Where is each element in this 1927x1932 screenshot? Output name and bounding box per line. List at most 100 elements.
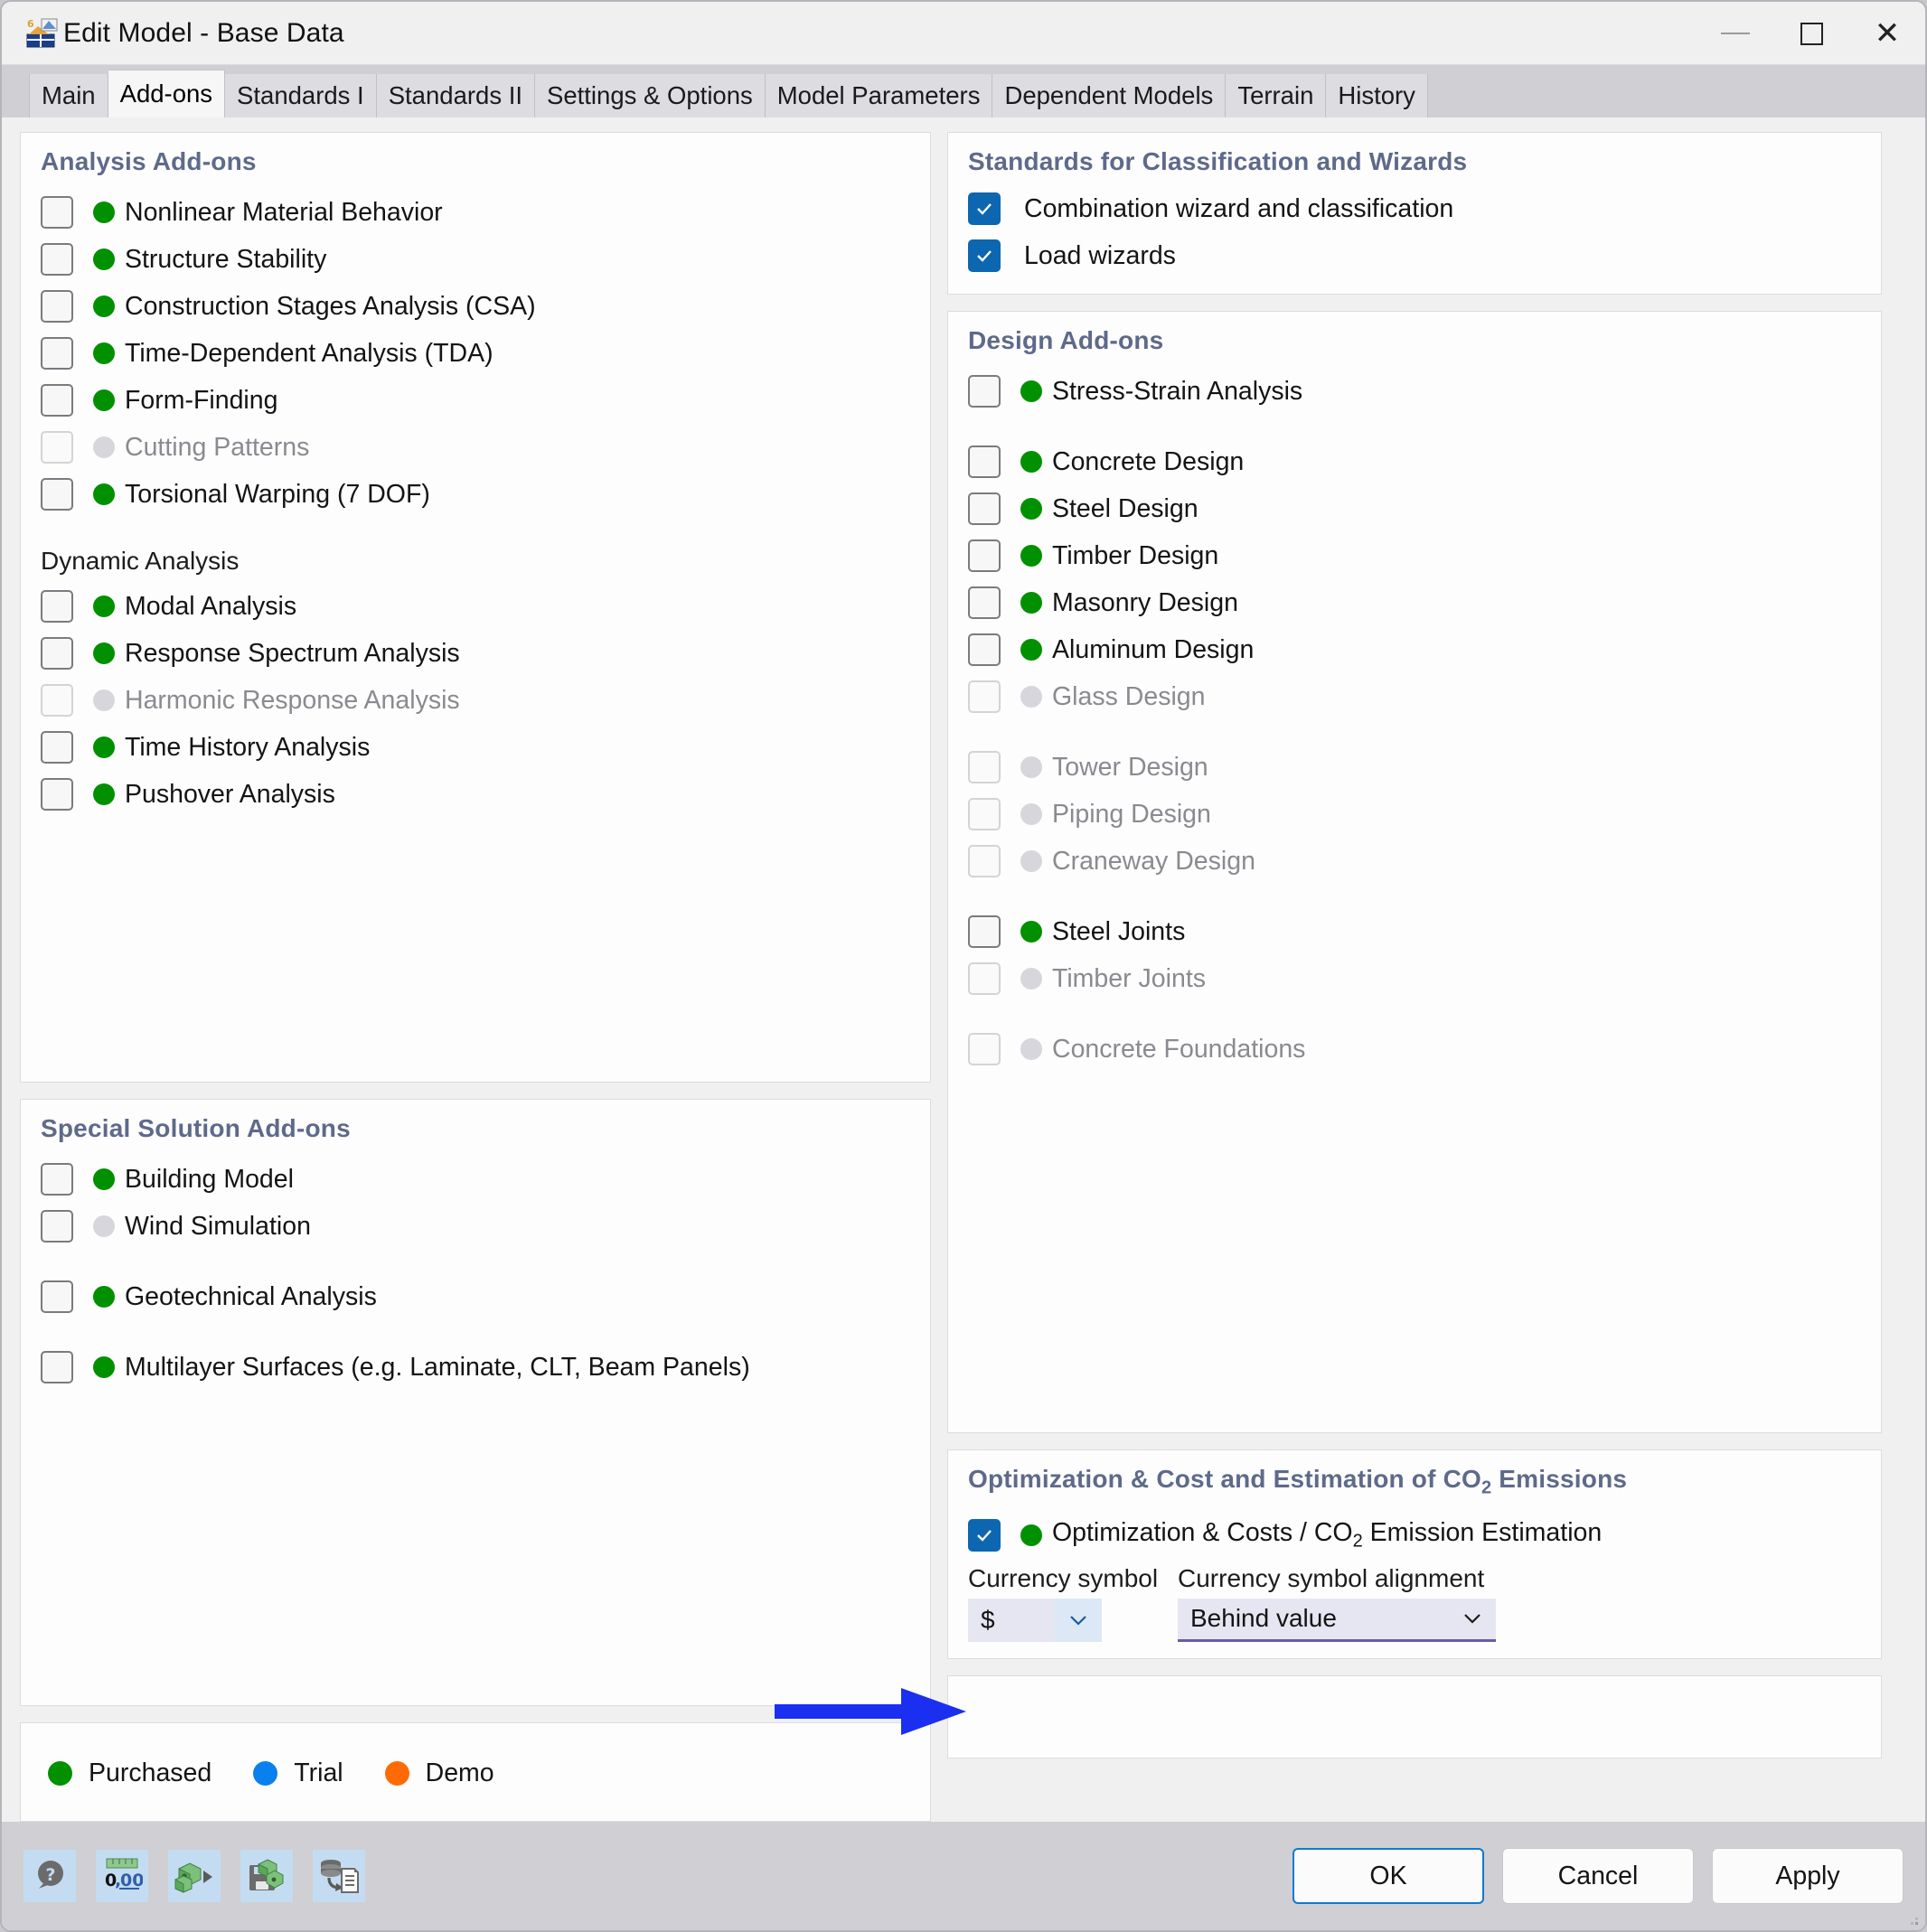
addon-label: Time History Analysis: [125, 732, 371, 762]
design-row-craneway-design[interactable]: Craneway Design: [948, 838, 1881, 885]
svg-text:?: ?: [45, 1865, 55, 1885]
tab-settings-options[interactable]: Settings & Options: [535, 74, 766, 117]
design-row-concrete-design[interactable]: Concrete Design: [948, 438, 1881, 485]
checkbox-masonry-design[interactable]: [968, 586, 1001, 619]
design-row-steel-design[interactable]: Steel Design: [948, 485, 1881, 532]
database-report-icon[interactable]: [313, 1850, 365, 1902]
addon-label: Cutting Patterns: [125, 432, 310, 462]
checkbox-steel-design[interactable]: [968, 492, 1001, 525]
analysis-row-cutting-patterns[interactable]: Cutting Patterns: [21, 424, 930, 471]
svg-text:6: 6: [27, 18, 34, 30]
special-row-geotechnical-analysis[interactable]: Geotechnical Analysis: [21, 1273, 930, 1320]
analysis-row-structure-stability[interactable]: Structure Stability: [21, 236, 930, 283]
checkbox-geotechnical-analysis[interactable]: [41, 1280, 73, 1313]
analysis-row-torsional-warping-7-dof[interactable]: Torsional Warping (7 DOF): [21, 471, 930, 518]
optimization-checkbox-row[interactable]: Optimization & Costs / CO2 Emission Esti…: [948, 1512, 1881, 1559]
ok-button[interactable]: OK: [1292, 1848, 1484, 1904]
maximize-button[interactable]: [1773, 2, 1849, 65]
checkbox-stress-strain-analysis[interactable]: [968, 375, 1001, 408]
decimal-places-icon[interactable]: 0 , 00: [96, 1850, 148, 1902]
special-row-wind-simulation[interactable]: Wind Simulation: [21, 1203, 930, 1250]
checkbox-torsional-warping-7-dof[interactable]: [41, 478, 73, 511]
design-row-masonry-design[interactable]: Masonry Design: [948, 579, 1881, 626]
license-dot-purchased: [93, 295, 115, 317]
wizard-row-load-wizards[interactable]: Load wizards: [948, 232, 1881, 279]
checkbox-concrete-design[interactable]: [968, 445, 1001, 478]
dynamic-row-pushover-analysis[interactable]: Pushover Analysis: [21, 771, 930, 818]
tab-standards-ii[interactable]: Standards II: [376, 74, 535, 117]
window-controls: ✕: [1697, 2, 1925, 65]
checkbox-response-spectrum-analysis[interactable]: [41, 637, 73, 670]
optimization-title-text: Optimization & Cost and Estimation of CO: [968, 1465, 1481, 1493]
special-row-multilayer-surfaces-e-g-laminate-clt-beam-pa[interactable]: Multilayer Surfaces (e.g. Laminate, CLT,…: [21, 1344, 930, 1391]
checkbox-concrete-foundations: [968, 1033, 1001, 1065]
dynamic-row-modal-analysis[interactable]: Modal Analysis: [21, 583, 930, 630]
checkbox-steel-joints[interactable]: [968, 915, 1001, 948]
special-addons-card: Special Solution Add-ons Building Model W…: [20, 1099, 931, 1706]
design-row-piping-design[interactable]: Piping Design: [948, 791, 1881, 838]
currency-symbol-select[interactable]: $: [968, 1598, 1102, 1642]
minimize-button[interactable]: [1697, 2, 1773, 65]
wizard-row-combination-wizard-and-classification[interactable]: Combination wizard and classification: [948, 185, 1881, 232]
dynamic-row-response-spectrum-analysis[interactable]: Response Spectrum Analysis: [21, 630, 930, 677]
checkbox-load-wizards[interactable]: [968, 239, 1001, 272]
cancel-button[interactable]: Cancel: [1502, 1848, 1694, 1904]
tab-standards-i[interactable]: Standards I: [225, 74, 377, 117]
design-row-timber-design[interactable]: Timber Design: [948, 532, 1881, 579]
checkbox-combination-wizard-and-classification[interactable]: [968, 192, 1001, 225]
analysis-addons-title: Analysis Add-ons: [41, 147, 257, 175]
tab-dependent-models[interactable]: Dependent Models: [992, 74, 1227, 117]
model-base-data-icon: 6: [25, 16, 60, 51]
edit-model-dialog: 6 Edit Model - Base Data ✕ Main Add-ons St…: [0, 0, 1927, 1932]
checkbox-structure-stability[interactable]: [41, 243, 73, 276]
design-row-concrete-foundations[interactable]: Concrete Foundations: [948, 1026, 1881, 1073]
tab-main[interactable]: Main: [29, 74, 108, 117]
resize-grip-icon[interactable]: [1905, 1912, 1920, 1927]
design-row-steel-joints[interactable]: Steel Joints: [948, 908, 1881, 955]
design-row-timber-joints[interactable]: Timber Joints: [948, 955, 1881, 1002]
special-row-building-model[interactable]: Building Model: [21, 1156, 930, 1203]
left-column: Analysis Add-ons Nonlinear Material Beha…: [20, 132, 931, 1822]
dialog-footer: ? 0 , 00 OK Cancel Apply: [2, 1822, 1925, 1930]
tab-history[interactable]: History: [1326, 74, 1428, 117]
close-button[interactable]: ✕: [1849, 2, 1925, 65]
license-dot-purchased: [1020, 639, 1042, 661]
design-row-aluminum-design[interactable]: Aluminum Design: [948, 626, 1881, 673]
analysis-row-construction-stages-analysis-csa[interactable]: Construction Stages Analysis (CSA): [21, 283, 930, 330]
checkbox-aluminum-design[interactable]: [968, 633, 1001, 666]
checkbox-time-history-analysis[interactable]: [41, 731, 73, 764]
checkbox-timber-design[interactable]: [968, 539, 1001, 572]
help-icon[interactable]: ?: [24, 1850, 76, 1902]
checkbox-modal-analysis[interactable]: [41, 590, 73, 623]
apply-button[interactable]: Apply: [1712, 1848, 1904, 1904]
tab-model-parameters[interactable]: Model Parameters: [765, 74, 993, 117]
analysis-row-form-finding[interactable]: Form-Finding: [21, 377, 930, 424]
dynamic-row-harmonic-response-analysis[interactable]: Harmonic Response Analysis: [21, 677, 930, 724]
chevron-down-icon[interactable]: [1055, 1598, 1102, 1642]
design-row-glass-design[interactable]: Glass Design: [948, 673, 1881, 720]
checkbox-nonlinear-material-behavior[interactable]: [41, 196, 73, 229]
analysis-row-nonlinear-material-behavior[interactable]: Nonlinear Material Behavior: [21, 189, 930, 236]
currency-alignment-select[interactable]: Behind value: [1178, 1597, 1496, 1642]
tab-terrain[interactable]: Terrain: [1226, 74, 1327, 117]
tab-add-ons[interactable]: Add-ons: [108, 70, 226, 117]
checkbox-time-dependent-analysis-tda[interactable]: [41, 337, 73, 370]
addon-label: Stress-Strain Analysis: [1052, 376, 1303, 406]
checkbox-building-model[interactable]: [41, 1163, 73, 1196]
save-units-icon[interactable]: [240, 1850, 293, 1902]
checkbox-multilayer-surfaces-e-g-laminate-clt-beam-pa[interactable]: [41, 1351, 73, 1383]
checkbox-construction-stages-analysis-csa[interactable]: [41, 290, 73, 323]
checkbox-form-finding[interactable]: [41, 384, 73, 417]
currency-field-labels: Currency symbol Currency symbol alignmen…: [948, 1564, 1881, 1593]
addon-label: Aluminum Design: [1052, 634, 1255, 664]
design-row-tower-design[interactable]: Tower Design: [948, 744, 1881, 791]
dynamic-row-time-history-analysis[interactable]: Time History Analysis: [21, 724, 930, 771]
design-row-stress-strain-analysis[interactable]: Stress-Strain Analysis: [948, 368, 1881, 415]
checkbox-pushover-analysis[interactable]: [41, 778, 73, 811]
analysis-row-time-dependent-analysis-tda[interactable]: Time-Dependent Analysis (TDA): [21, 330, 930, 377]
chevron-down-icon[interactable]: [1449, 1597, 1496, 1640]
currency-field-row: $ Behind value: [948, 1597, 1881, 1642]
optimization-checkbox[interactable]: [968, 1518, 1001, 1552]
checkbox-wind-simulation[interactable]: [41, 1210, 73, 1243]
units-icon[interactable]: [168, 1850, 221, 1902]
